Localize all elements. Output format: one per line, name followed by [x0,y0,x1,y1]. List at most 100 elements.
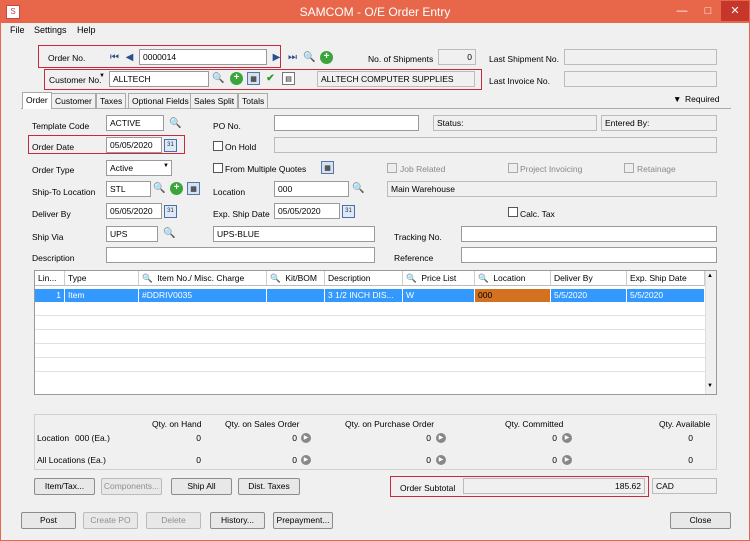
post-button[interactable]: Post [21,512,76,529]
menu-help[interactable]: Help [77,25,96,35]
exp-ship-field[interactable]: 05/05/2020 [274,203,340,219]
tab-customer[interactable]: Customer [51,93,96,108]
col-type[interactable]: Type [65,271,139,286]
row1-kit[interactable] [267,289,325,302]
on-hold-checkbox[interactable] [213,141,223,151]
template-finder-icon[interactable]: 🔍 [169,117,182,130]
description-field[interactable] [106,247,375,263]
row1-description[interactable]: 3 1/2 INCH DIS... [325,289,403,302]
tracking-field[interactable] [461,226,717,242]
order-date-calendar-icon[interactable]: 31 [164,139,177,152]
tab-taxes[interactable]: Taxes [96,93,127,108]
close-button[interactable]: Close [670,512,731,529]
tab-sales-split[interactable]: Sales Split [190,93,239,108]
location-field[interactable]: 000 [274,181,349,197]
all-committed-drill-icon[interactable]: ▶ [562,455,572,465]
row1-line[interactable]: 1 [35,289,65,302]
customer-dropdown-icon[interactable]: ▼ [99,73,105,79]
chevron-down-icon: ▼ [163,163,169,169]
last-record-icon[interactable]: ⏭ [286,51,299,64]
order-lines-grid[interactable]: Lin... Type 🔍 Item No./ Misc. Charge 🔍 K… [34,270,717,395]
customer-label[interactable]: Customer No. [49,75,101,85]
location-finder-icon[interactable]: 🔍 [352,182,365,195]
customer-document-icon[interactable]: ▤ [282,72,295,85]
new-ship-to-icon[interactable]: + [170,182,183,195]
quotes-icon[interactable]: ▦ [321,161,334,174]
order-subtotal-field: 185.62 [463,478,645,494]
customer-finder-icon[interactable]: 🔍 [212,72,225,85]
scroll-up-icon[interactable]: ▲ [707,273,713,279]
order-no-field[interactable]: 0000014 [139,49,267,65]
reference-field[interactable] [461,247,717,263]
first-record-icon[interactable]: ⏮ [108,51,121,64]
col-price-list[interactable]: 🔍 Price List [403,271,475,286]
ship-to-details-icon[interactable]: ▦ [187,182,200,195]
menu-file[interactable]: File [10,25,25,35]
all-sales-order-drill-icon[interactable]: ▶ [301,455,311,465]
customer-details-icon[interactable]: ▦ [247,72,260,85]
loc-purchase-order-drill-icon[interactable]: ▶ [436,433,446,443]
row1-location[interactable]: 000 [475,289,551,302]
multiple-quotes-checkbox[interactable] [213,163,223,173]
ship-via-name-field[interactable]: UPS-BLUE [213,226,375,242]
ship-to-finder-icon[interactable]: 🔍 [153,182,166,195]
exp-ship-calendar-icon[interactable]: 31 [342,205,355,218]
ship-via-finder-icon[interactable]: 🔍 [163,227,176,240]
previous-record-icon[interactable]: ◀ [123,51,136,64]
item-tax-button[interactable]: Item/Tax... [34,478,95,495]
ship-to-field[interactable]: STL [106,181,151,197]
history-button[interactable]: History... [210,512,265,529]
grid-vertical-scrollbar[interactable]: ▲ ▼ [705,271,716,394]
template-field[interactable]: ACTIVE [106,115,164,131]
row1-type[interactable]: Item [65,289,139,302]
row1-price-list[interactable]: W [403,289,475,302]
calc-tax-label: Calc. Tax [520,209,555,219]
new-order-icon[interactable]: + [320,51,333,64]
deliver-by-field[interactable]: 05/05/2020 [106,203,162,219]
loc-committed-drill-icon[interactable]: ▶ [562,433,572,443]
col-item[interactable]: 🔍 Item No./ Misc. Charge [139,271,267,286]
col-location[interactable]: 🔍 Location [475,271,551,286]
next-record-icon[interactable]: ▶ [270,51,283,64]
ship-via-field[interactable]: UPS [106,226,158,242]
customer-check-icon[interactable]: ✔ [264,72,277,85]
row1-exp-ship[interactable]: 5/5/2020 [627,289,705,302]
new-customer-icon[interactable]: + [230,72,243,85]
all-purchase-order-drill-icon[interactable]: ▶ [436,455,446,465]
tab-totals[interactable]: Totals [238,93,269,108]
row1-deliver-by[interactable]: 5/5/2020 [551,289,627,302]
maximize-button[interactable]: □ [695,1,721,21]
kit-finder-icon[interactable]: 🔍 [270,273,285,283]
minimize-button[interactable]: — [669,1,695,21]
dist-taxes-button[interactable]: Dist. Taxes [238,478,300,495]
calc-tax-checkbox[interactable] [508,207,518,217]
scroll-down-icon[interactable]: ▼ [707,383,713,389]
col-exp-ship[interactable]: Exp. Ship Date [627,271,705,286]
tab-optional-fields[interactable]: Optional Fields [128,93,193,108]
ship-all-button[interactable]: Ship All [171,478,232,495]
close-window-button[interactable]: ✕ [721,1,749,21]
item-finder-icon[interactable]: 🔍 [142,273,157,283]
project-invoicing-checkbox [508,163,518,173]
order-type-value: Active [110,163,134,173]
menu-settings[interactable]: Settings [34,25,67,35]
order-type-select[interactable]: Active ▼ [106,160,172,176]
order-entry-window: S SAMCOM - O/E Order Entry — □ ✕ File Se… [0,0,750,541]
qty-location-label: Location [37,433,70,443]
customer-no-field[interactable]: ALLTECH [109,71,209,87]
loc-sales-order-drill-icon[interactable]: ▶ [301,433,311,443]
col-line[interactable]: Lin... [35,271,65,286]
prepayment-button[interactable]: Prepayment... [273,512,333,529]
deliver-by-calendar-icon[interactable]: 31 [164,205,177,218]
tab-order[interactable]: Order [22,92,52,109]
order-date-field[interactable]: 05/05/2020 [106,137,162,153]
row1-item[interactable]: #DDRIV0035 [139,289,267,302]
po-field[interactable] [274,115,419,131]
location-col-finder-icon[interactable]: 🔍 [478,273,493,283]
col-deliver-by[interactable]: Deliver By [551,271,627,286]
col-description[interactable]: Description [325,271,403,286]
quantity-panel: Qty. on Hand Qty. on Sales Order Qty. on… [34,414,717,470]
order-finder-icon[interactable]: 🔍 [303,51,316,64]
col-kit[interactable]: 🔍 Kit/BOM [267,271,325,286]
price-list-finder-icon[interactable]: 🔍 [406,273,421,283]
